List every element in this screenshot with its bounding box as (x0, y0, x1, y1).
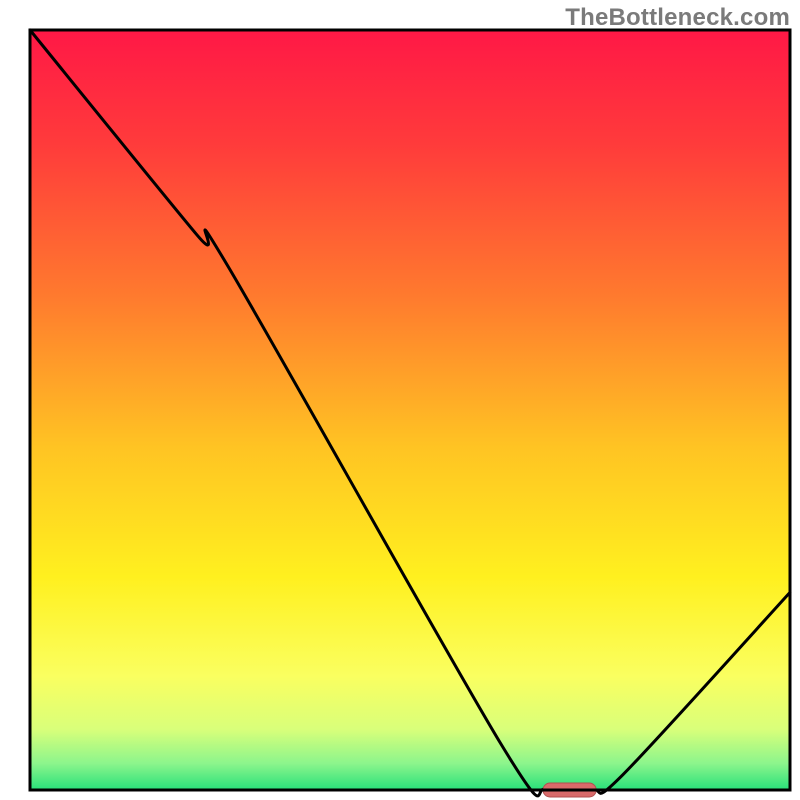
watermark-label: TheBottleneck.com (565, 4, 790, 32)
chart-background (30, 30, 790, 790)
bottleneck-chart (0, 0, 800, 800)
